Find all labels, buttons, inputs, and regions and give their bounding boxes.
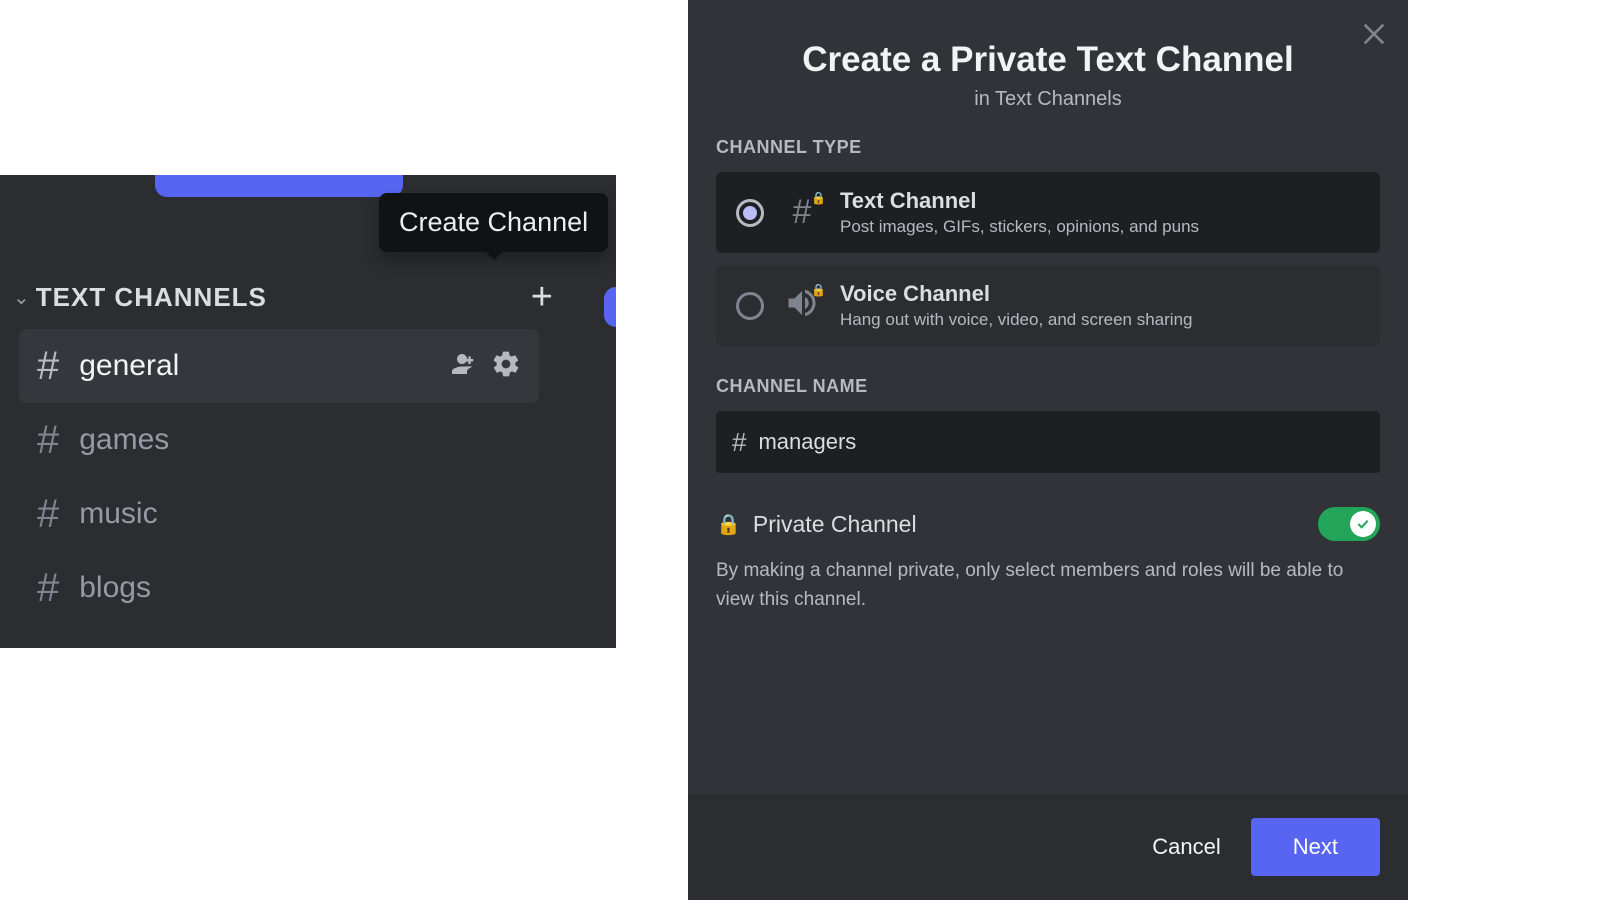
type-title: Voice Channel — [840, 281, 1192, 307]
channel-name-input-wrap[interactable]: # — [716, 411, 1380, 473]
modal-title: Create a Private Text Channel — [716, 40, 1380, 80]
tooltip-arrow — [486, 252, 502, 260]
modal-header: Create a Private Text Channel in Text Ch… — [688, 0, 1408, 137]
tooltip-label: Create Channel — [399, 207, 588, 237]
chevron-down-icon: ⌄ — [13, 285, 30, 310]
channel-games[interactable]: # games — [19, 403, 539, 477]
server-banner-strip — [155, 175, 403, 197]
channel-general[interactable]: # general — [19, 329, 539, 403]
create-channel-tooltip: Create Channel — [379, 193, 608, 252]
channel-music[interactable]: # music — [19, 477, 539, 551]
category-header[interactable]: ⌄ TEXT CHANNELS + — [13, 278, 553, 316]
hash-icon: # — [37, 492, 59, 537]
channel-sidebar: Create Channel ⌄ TEXT CHANNELS + # gener… — [0, 175, 616, 648]
lock-icon: 🔒 — [716, 512, 741, 537]
channel-name-input[interactable] — [758, 429, 1364, 455]
hash-icon: # — [37, 418, 59, 463]
type-desc: Post images, GIFs, stickers, opinions, a… — [840, 217, 1199, 237]
channel-name: blogs — [79, 571, 521, 605]
type-title: Text Channel — [840, 188, 1199, 214]
modal-subtitle: in Text Channels — [716, 88, 1380, 111]
radio-text-channel[interactable] — [736, 199, 764, 227]
toggle-knob — [1350, 511, 1376, 537]
hash-lock-icon: #🔒 — [782, 193, 822, 232]
category-label: TEXT CHANNELS — [36, 282, 267, 313]
type-desc: Hang out with voice, video, and screen s… — [840, 310, 1192, 330]
channel-name: games — [79, 423, 521, 457]
unread-indicator — [604, 287, 616, 327]
type-option-voice[interactable]: 🔒 Voice Channel Hang out with voice, vid… — [716, 265, 1380, 346]
invite-people-icon[interactable] — [447, 349, 477, 384]
radio-voice-channel[interactable] — [736, 292, 764, 320]
hash-icon: # — [732, 427, 746, 458]
channel-type-label: CHANNEL TYPE — [716, 137, 1380, 158]
private-channel-description: By making a channel private, only select… — [716, 557, 1380, 614]
hash-icon: # — [37, 566, 59, 611]
private-channel-row: 🔒 Private Channel — [716, 507, 1380, 541]
add-channel-button[interactable]: + — [531, 278, 553, 316]
gear-icon[interactable] — [491, 349, 521, 384]
modal-footer: Cancel Next — [688, 794, 1408, 900]
channel-name: general — [79, 349, 427, 383]
close-button[interactable] — [1358, 18, 1390, 58]
private-channel-toggle[interactable] — [1318, 507, 1380, 541]
channel-blogs[interactable]: # blogs — [19, 551, 539, 625]
channel-name-label: CHANNEL NAME — [716, 376, 1380, 397]
type-option-text[interactable]: #🔒 Text Channel Post images, GIFs, stick… — [716, 172, 1380, 253]
hash-icon: # — [37, 344, 59, 389]
speaker-lock-icon: 🔒 — [782, 285, 822, 326]
create-channel-modal: Create a Private Text Channel in Text Ch… — [688, 0, 1408, 900]
channel-name: music — [79, 497, 521, 531]
private-channel-title: Private Channel — [753, 511, 917, 538]
cancel-button[interactable]: Cancel — [1152, 834, 1220, 860]
channel-list: # general # games # music # blogs — [19, 329, 539, 625]
next-button[interactable]: Next — [1251, 818, 1380, 876]
